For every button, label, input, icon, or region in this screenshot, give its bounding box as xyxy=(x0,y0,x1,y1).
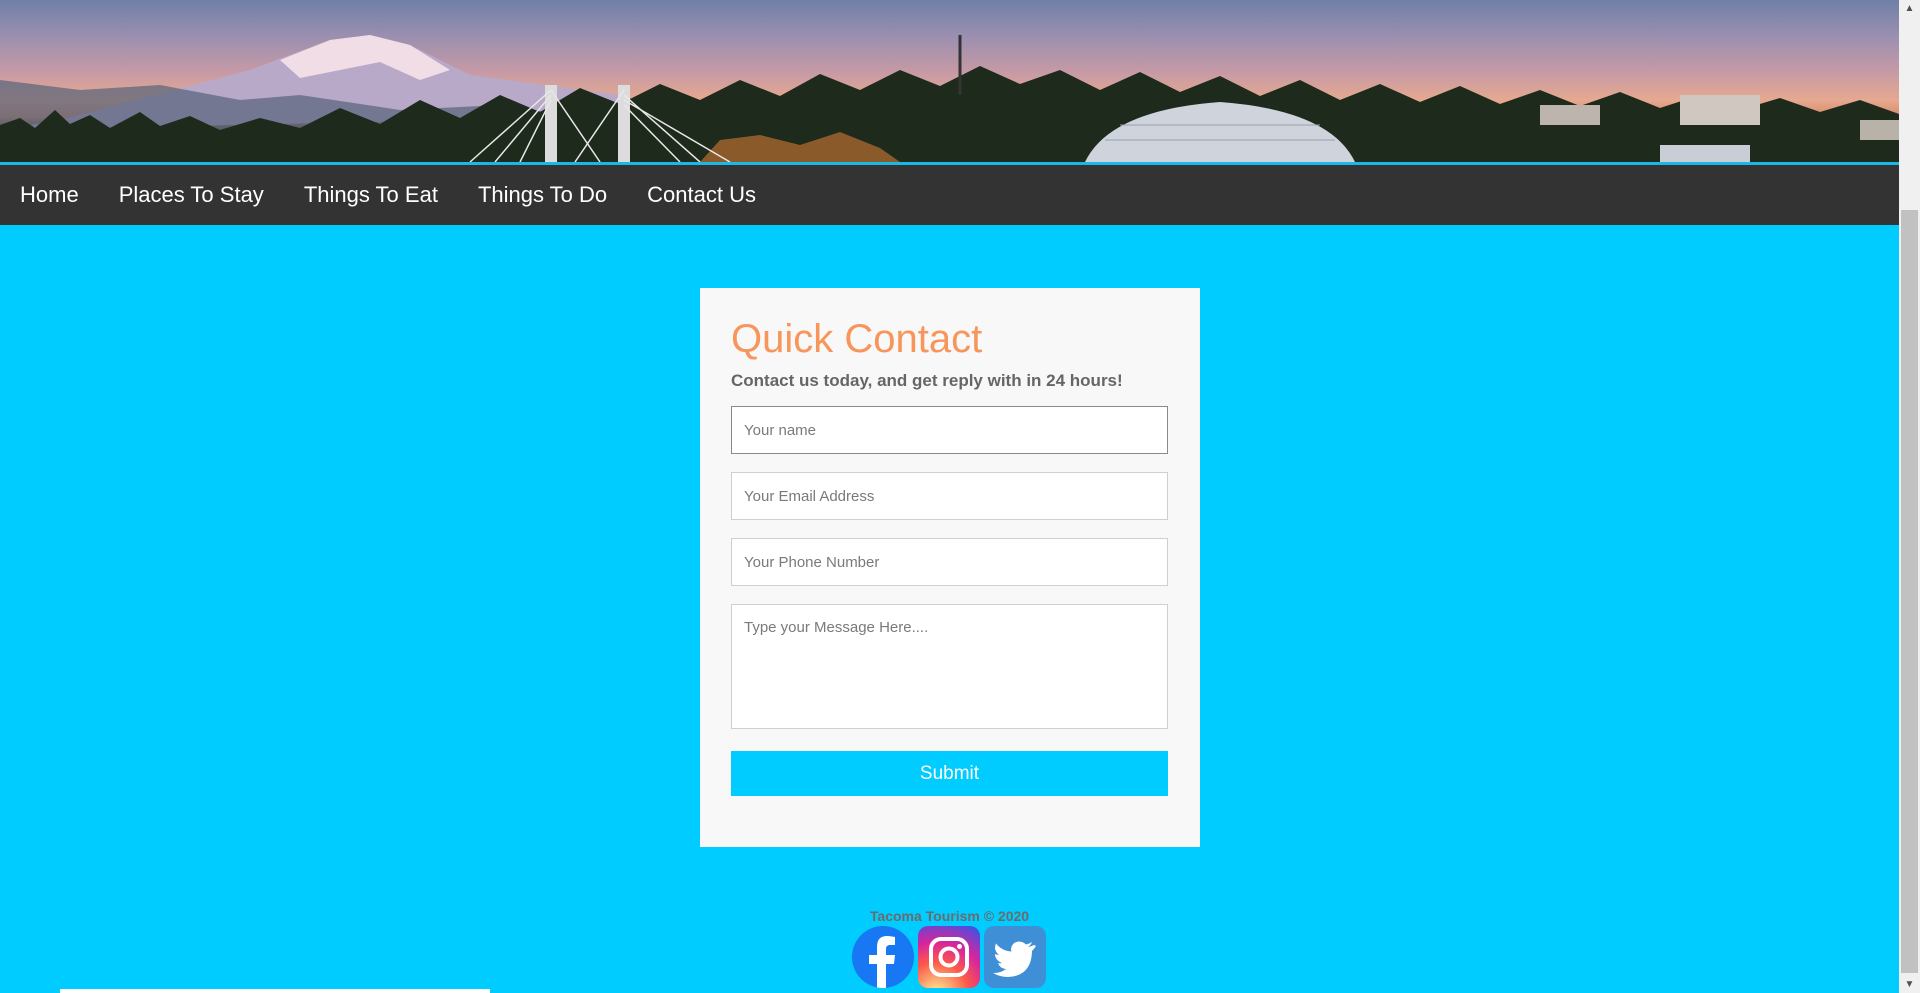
phone-input[interactable] xyxy=(731,538,1168,586)
name-input[interactable] xyxy=(731,406,1168,454)
page-bottom-divider xyxy=(60,989,490,993)
footer-copyright: Tacoma Tourism © 2020 xyxy=(869,908,1030,924)
nav-item-things-to-do[interactable]: Things To Do xyxy=(458,165,627,225)
nav-item-home[interactable]: Home xyxy=(0,165,99,225)
form-subtitle: Contact us today, and get reply with in … xyxy=(731,371,1123,390)
quick-contact-form: Quick Contact Contact us today, and get … xyxy=(700,288,1200,847)
scrollbar-thumb[interactable] xyxy=(1901,210,1918,973)
nav-item-things-to-eat[interactable]: Things To Eat xyxy=(284,165,458,225)
scroll-up-arrow-icon[interactable]: ▲ xyxy=(1899,0,1920,17)
instagram-icon[interactable] xyxy=(918,926,980,988)
form-title: Quick Contact xyxy=(731,317,983,361)
nav-item-places-to-stay[interactable]: Places To Stay xyxy=(99,165,284,225)
nav-item-contact-us[interactable]: Contact Us xyxy=(627,165,776,225)
scroll-down-arrow-icon[interactable]: ▼ xyxy=(1899,976,1920,993)
banner-landscape-illustration xyxy=(0,35,1899,162)
email-input[interactable] xyxy=(731,472,1168,520)
vertical-scrollbar[interactable]: ▲ ▼ xyxy=(1899,0,1920,993)
social-links xyxy=(852,926,1046,988)
twitter-icon[interactable] xyxy=(984,926,1046,988)
header-banner-image xyxy=(0,0,1899,165)
facebook-icon[interactable] xyxy=(852,926,914,988)
message-textarea[interactable] xyxy=(731,604,1168,729)
main-navigation: Home Places To Stay Things To Eat Things… xyxy=(0,165,1899,225)
submit-button[interactable]: Submit xyxy=(731,751,1168,796)
